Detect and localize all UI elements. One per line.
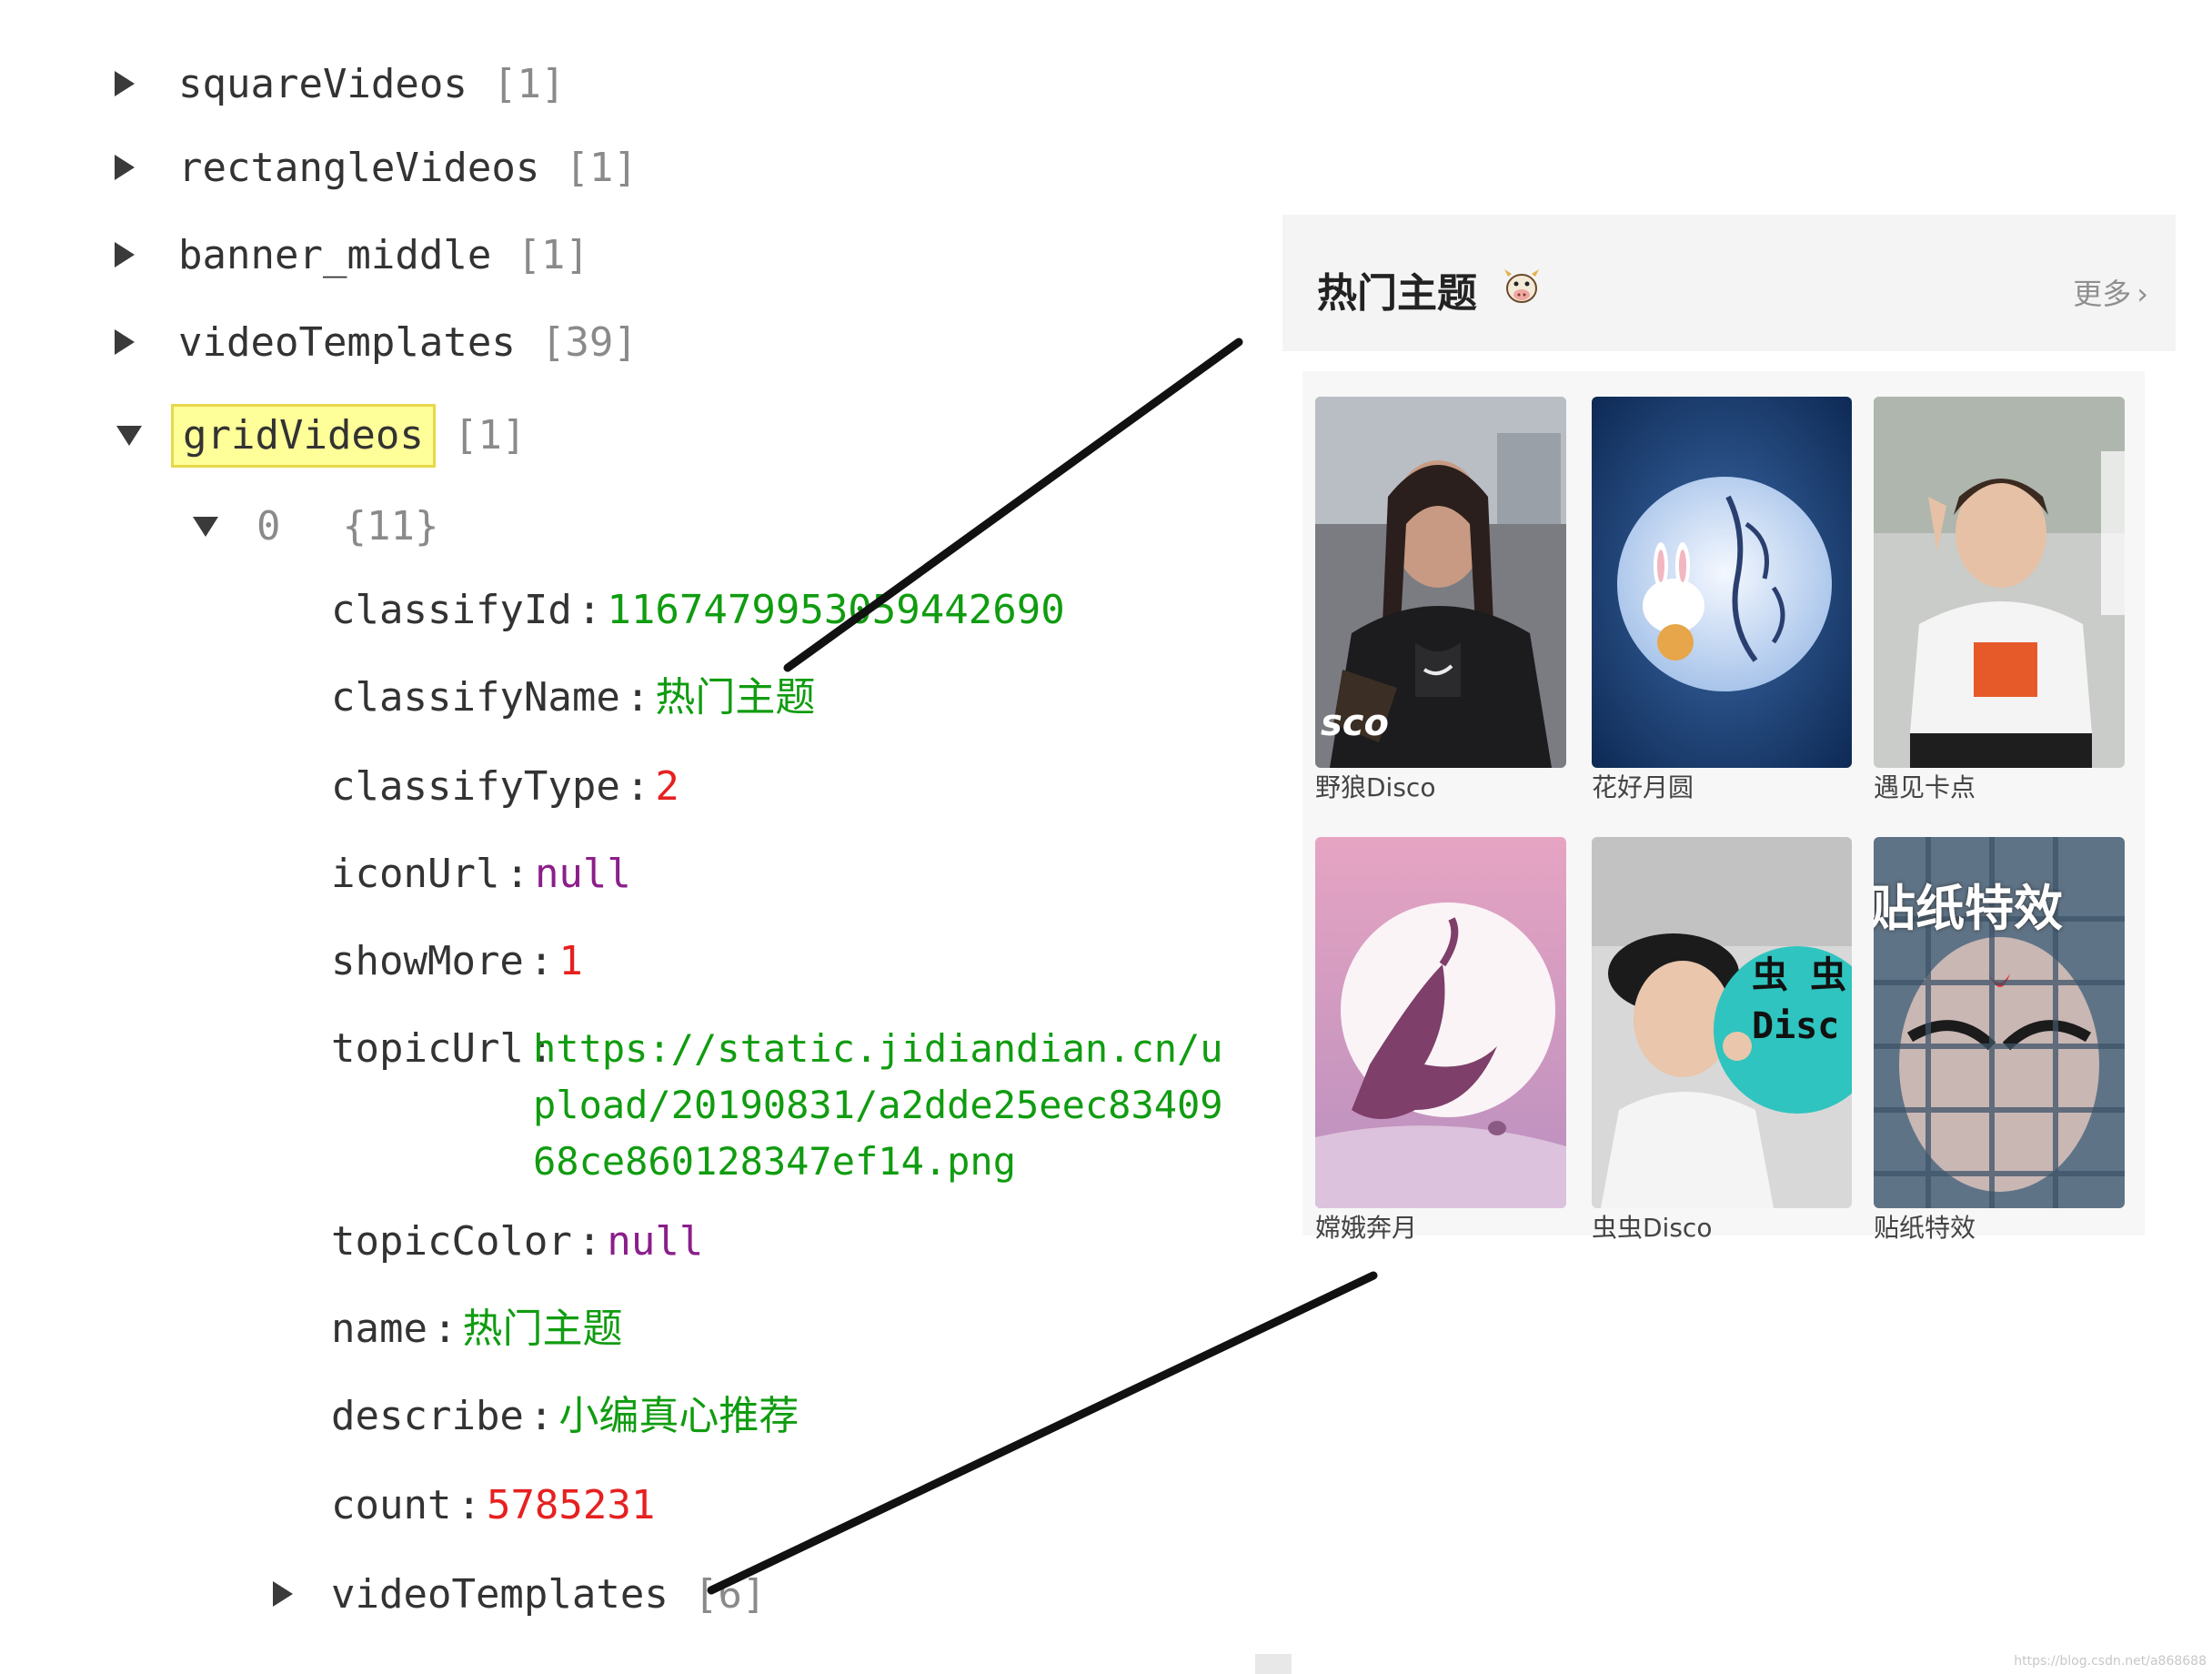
field-describe: describe: 小编真心推荐	[331, 1393, 799, 1439]
field-key: classifyType	[331, 763, 620, 810]
field-key: showMore	[331, 938, 524, 984]
field-classifyid: classifyId:1167479953059442690	[331, 587, 1065, 633]
moon-goddess-image	[1315, 837, 1566, 1208]
node-key: squareVideos	[178, 61, 468, 107]
field-value: 5785231	[486, 1482, 656, 1528]
field-key: iconUrl	[331, 851, 500, 897]
field-value: 2	[655, 763, 679, 810]
node-key: banner_middle	[178, 232, 492, 278]
field-topiccolor: topicColor: null	[331, 1218, 704, 1265]
tree-node-squarevideos[interactable]: squareVideos [1]	[115, 53, 566, 116]
field-value: null	[607, 1218, 704, 1265]
field-value: 热门主题	[462, 1306, 623, 1352]
template-thumbnail[interactable]: sco	[1315, 397, 1566, 768]
field-key: topicUrl	[331, 1025, 524, 1072]
watermark: https://blog.csdn.net/a868688	[2014, 1654, 2207, 1669]
template-card[interactable]: 遇见卡点	[1874, 397, 2125, 804]
url-line: pload/20190831/a2dde25eec83409	[533, 1083, 1223, 1127]
field-value: 1	[558, 938, 583, 984]
template-label: 花好月圆	[1592, 772, 1694, 802]
node-key: videoTemplates	[178, 319, 516, 366]
node-count: [39]	[540, 319, 638, 366]
node-index: 0	[256, 503, 281, 550]
field-value: 小编真心推荐	[558, 1393, 799, 1439]
field-key: name	[331, 1306, 427, 1352]
expand-triangle-icon[interactable]	[115, 329, 135, 355]
thumbnail-overlay-text: 虫 虫 Disc	[1752, 954, 1847, 1047]
node-count: {11}	[342, 503, 439, 550]
node-count: [6]	[693, 1571, 767, 1618]
field-key: classifyName	[331, 674, 620, 721]
more-label: 更多	[2073, 277, 2132, 311]
field-iconurl: iconUrl: null	[331, 851, 631, 897]
template-label: 野狼Disco	[1315, 772, 1436, 802]
template-card[interactable]: 虫 虫 Disc 虫虫Disco	[1592, 837, 1852, 1245]
expand-triangle-icon[interactable]	[115, 242, 135, 267]
hot-topics-header: 热门主题 更多 ›	[1282, 215, 2176, 351]
template-thumbnail[interactable]: 贴纸特效	[1874, 837, 2125, 1208]
template-label: 嫦娥奔月	[1315, 1213, 1418, 1243]
moon-rabbit-image	[1592, 397, 1852, 768]
collapse-triangle-icon[interactable]	[116, 426, 142, 446]
template-thumbnail[interactable]	[1592, 397, 1852, 768]
field-count: count:5785231	[331, 1482, 656, 1528]
template-card[interactable]: 嫦娥奔月	[1315, 837, 1566, 1245]
expand-triangle-icon[interactable]	[115, 71, 135, 96]
template-thumbnail[interactable]: 虫 虫 Disc	[1592, 837, 1852, 1208]
template-thumbnail[interactable]	[1874, 397, 2125, 768]
tree-node-rectanglevideos[interactable]: rectangleVideos [1]	[115, 136, 638, 200]
field-classifyname: classifyName: 热门主题	[331, 674, 816, 721]
chevron-right-icon: ›	[2137, 277, 2148, 311]
template-card[interactable]: 花好月圆	[1592, 397, 1852, 804]
template-label: 贴纸特效	[1874, 1213, 1976, 1243]
tree-node-child-videotemplates[interactable]: videoTemplates [6]	[273, 1563, 766, 1627]
video-template-grid: sco 野狼Disco 花好月圆 遇见卡点 嫦娥奔月 虫 虫 Disc 虫虫Di…	[1302, 371, 2145, 1243]
template-label: 遇见卡点	[1874, 772, 1976, 802]
field-value: 热门主题	[655, 674, 816, 721]
template-card[interactable]: sco 野狼Disco	[1315, 397, 1566, 804]
field-showmore: showMore:1	[331, 938, 583, 984]
node-key-highlighted: gridVideos	[171, 404, 436, 468]
node-key: videoTemplates	[331, 1571, 669, 1618]
topicurl-value: https://static.jidiandian.cn/u pload/201…	[533, 1021, 1223, 1190]
node-count: [1]	[453, 412, 527, 459]
url-line: https://static.jidiandian.cn/u	[533, 1026, 1223, 1071]
thumbnail-overlay-text: sco	[1321, 702, 1389, 744]
decorative-mark	[1255, 1654, 1292, 1674]
tree-node-banner-middle[interactable]: banner_middle [1]	[115, 224, 589, 287]
field-key: describe	[331, 1393, 524, 1439]
url-line: 68ce860128347ef14.png	[533, 1139, 1017, 1184]
json-tree-viewer: squareVideos [1] rectangleVideos [1] banne…	[0, 0, 1273, 1674]
expand-triangle-icon[interactable]	[273, 1581, 293, 1607]
thumbnail-overlay-text: 贴纸特效	[1874, 880, 2063, 937]
tree-node-gridvideos[interactable]: gridVideos [1]	[116, 404, 527, 468]
field-value: null	[534, 851, 631, 897]
template-label: 虫虫Disco	[1592, 1213, 1713, 1243]
tree-node-item-0[interactable]: 0 {11}	[193, 495, 439, 559]
template-thumbnail[interactable]	[1315, 837, 1566, 1208]
template-card[interactable]: 贴纸特效 贴纸特效	[1874, 837, 2125, 1245]
field-key: classifyId	[331, 587, 572, 633]
field-classifytype: classifyType:2	[331, 763, 679, 810]
tree-node-videotemplates[interactable]: videoTemplates [39]	[115, 311, 638, 375]
more-link[interactable]: 更多 ›	[2073, 271, 2148, 313]
field-key: count	[331, 1482, 452, 1528]
portrait-image	[1874, 397, 2125, 768]
field-name: name: 热门主题	[331, 1306, 623, 1352]
field-value: 1167479953059442690	[607, 587, 1065, 633]
expand-triangle-icon[interactable]	[115, 155, 135, 180]
node-count: [1]	[517, 232, 589, 278]
node-count: [1]	[492, 61, 566, 107]
node-key: rectangleVideos	[178, 145, 540, 191]
collapse-triangle-icon[interactable]	[193, 517, 218, 537]
field-key: topicColor	[331, 1218, 572, 1265]
panel-title: 热门主题	[1317, 270, 1477, 317]
field-topicurl: topicUrl:	[331, 1025, 554, 1072]
node-count: [1]	[565, 145, 638, 191]
cow-emoji-icon	[1504, 269, 1539, 303]
